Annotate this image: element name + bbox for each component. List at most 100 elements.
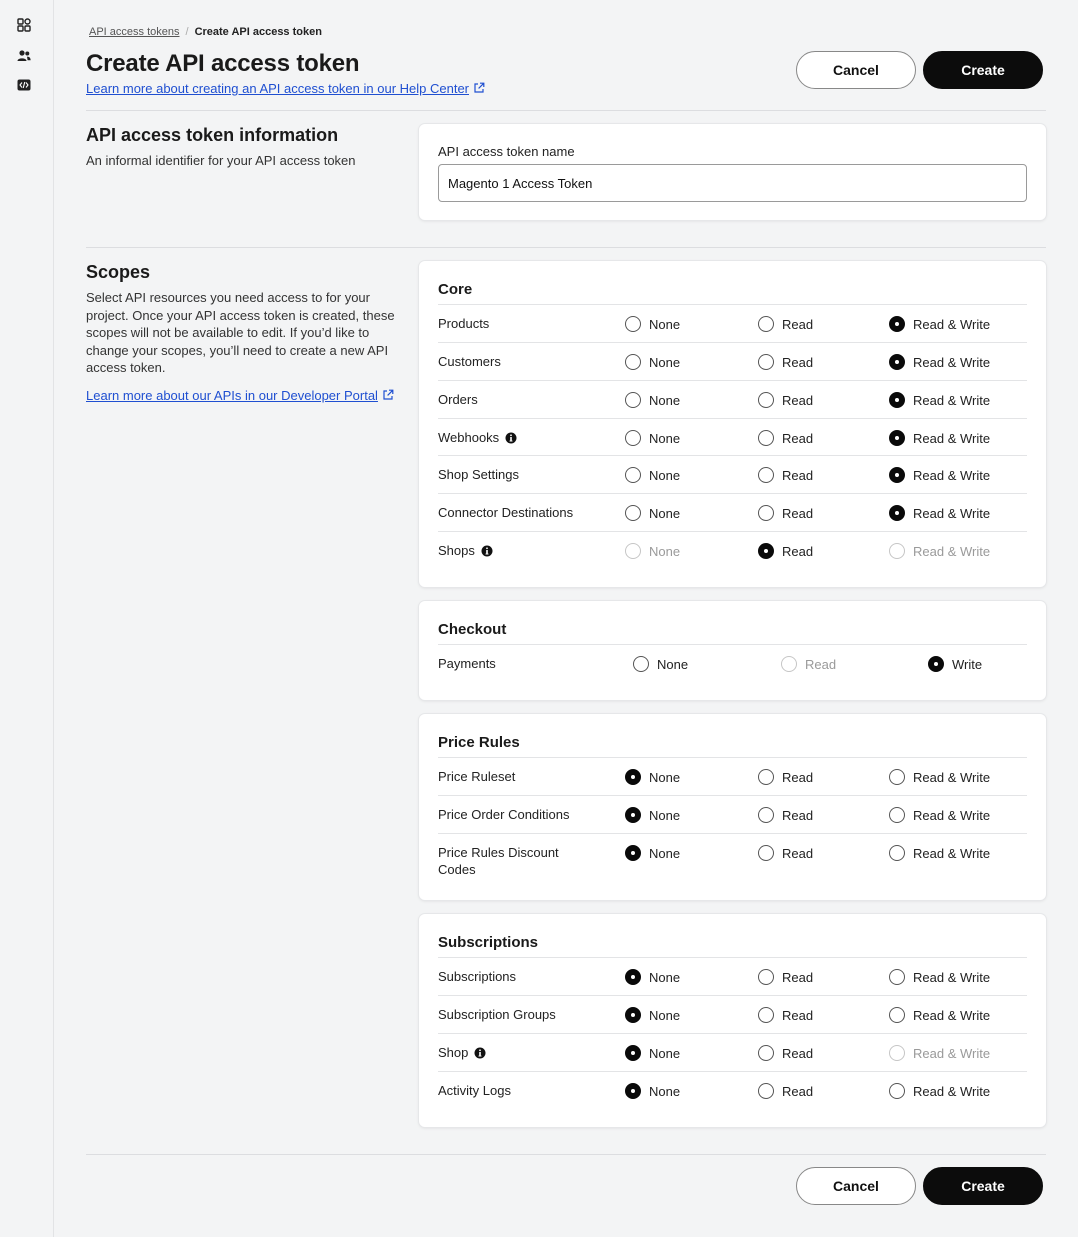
developer-portal-link[interactable]: Learn more about our APIs in our Develop… xyxy=(86,388,394,404)
help-center-link[interactable]: Learn more about creating an API access … xyxy=(86,81,485,97)
radio-none-selected[interactable] xyxy=(625,769,641,785)
radio-read-and-write[interactable] xyxy=(889,1083,905,1099)
info-icon[interactable] xyxy=(474,1046,486,1063)
radio-option-write[interactable]: Write xyxy=(928,656,982,672)
radio-read-and-write-selected[interactable] xyxy=(889,505,905,521)
radio-read-and-write-selected[interactable] xyxy=(889,430,905,446)
radio-read-and-write-selected[interactable] xyxy=(889,467,905,483)
radio-option-none[interactable]: None xyxy=(625,769,680,785)
radio-option-read-and-write[interactable]: Read & Write xyxy=(889,1083,990,1099)
radio-option-none[interactable]: None xyxy=(625,1083,680,1099)
radio-read[interactable] xyxy=(758,430,774,446)
radio-none[interactable] xyxy=(625,316,641,332)
radio-option-read-and-write[interactable]: Read & Write xyxy=(889,807,990,823)
radio-read[interactable] xyxy=(758,845,774,861)
radio-option-read[interactable]: Read xyxy=(758,769,813,785)
breadcrumb-link-api-access-tokens[interactable]: API access tokens xyxy=(89,26,180,38)
radio-read[interactable] xyxy=(758,1007,774,1023)
radio-option-none[interactable]: None xyxy=(625,807,680,823)
apps-grid-icon[interactable] xyxy=(16,17,32,33)
radio-option-read[interactable]: Read xyxy=(758,543,813,559)
create-button[interactable]: Create xyxy=(923,51,1043,89)
radio-option-none[interactable]: None xyxy=(625,392,680,408)
radio-read-and-write-selected[interactable] xyxy=(889,316,905,332)
radio-read[interactable] xyxy=(758,316,774,332)
radio-option-read: Read xyxy=(781,656,836,672)
cancel-button[interactable]: Cancel xyxy=(796,51,916,89)
radio-option-read-and-write[interactable]: Read & Write xyxy=(889,845,990,861)
radio-none-selected[interactable] xyxy=(625,1083,641,1099)
radio-option-read[interactable]: Read xyxy=(758,392,813,408)
radio-option-none[interactable]: None xyxy=(625,467,680,483)
radio-read-and-write[interactable] xyxy=(889,769,905,785)
radio-option-read[interactable]: Read xyxy=(758,845,813,861)
footer-create-button[interactable]: Create xyxy=(923,1167,1043,1205)
radio-none[interactable] xyxy=(625,430,641,446)
radio-option-none[interactable]: None xyxy=(625,845,680,861)
radio-option-read-and-write[interactable]: Read & Write xyxy=(889,1007,990,1023)
radio-read[interactable] xyxy=(758,969,774,985)
radio-read[interactable] xyxy=(758,392,774,408)
radio-option-read[interactable]: Read xyxy=(758,807,813,823)
radio-option-read-and-write[interactable]: Read & Write xyxy=(889,392,990,408)
users-icon[interactable] xyxy=(16,47,32,63)
radio-option-none[interactable]: None xyxy=(633,656,688,672)
radio-none[interactable] xyxy=(625,354,641,370)
radio-read[interactable] xyxy=(758,467,774,483)
radio-read[interactable] xyxy=(758,1045,774,1061)
radio-none-selected[interactable] xyxy=(625,1007,641,1023)
radio-option-read[interactable]: Read xyxy=(758,505,813,521)
radio-none[interactable] xyxy=(625,467,641,483)
radio-option-read-and-write[interactable]: Read & Write xyxy=(889,354,990,370)
radio-none-selected[interactable] xyxy=(625,807,641,823)
radio-read-and-write[interactable] xyxy=(889,807,905,823)
radio-read[interactable] xyxy=(758,1083,774,1099)
radio-none-selected[interactable] xyxy=(625,845,641,861)
code-icon[interactable] xyxy=(16,77,32,93)
radio-option-read-and-write[interactable]: Read & Write xyxy=(889,316,990,332)
radio-option-read[interactable]: Read xyxy=(758,1045,813,1061)
scope-row-label-text: Webhooks xyxy=(438,430,500,445)
radio-option-read[interactable]: Read xyxy=(758,354,813,370)
token-name-input[interactable] xyxy=(438,164,1027,202)
radio-none[interactable] xyxy=(625,392,641,408)
radio-option-read[interactable]: Read xyxy=(758,467,813,483)
radio-none-selected[interactable] xyxy=(625,969,641,985)
radio-option-read-and-write[interactable]: Read & Write xyxy=(889,969,990,985)
radio-option-none[interactable]: None xyxy=(625,969,680,985)
info-icon[interactable] xyxy=(505,431,517,448)
radio-read-and-write-selected[interactable] xyxy=(889,392,905,408)
radio-option-none[interactable]: None xyxy=(625,505,680,521)
radio-option-read[interactable]: Read xyxy=(758,430,813,446)
info-icon[interactable] xyxy=(481,544,493,561)
radio-read-and-write[interactable] xyxy=(889,969,905,985)
radio-none[interactable] xyxy=(625,505,641,521)
radio-option-read[interactable]: Read xyxy=(758,969,813,985)
radio-option-read-and-write[interactable]: Read & Write xyxy=(889,467,990,483)
radio-read[interactable] xyxy=(758,769,774,785)
radio-option-label: Read xyxy=(782,316,814,332)
radio-option-none[interactable]: None xyxy=(625,354,680,370)
radio-none-selected[interactable] xyxy=(625,1045,641,1061)
radio-option-none[interactable]: None xyxy=(625,430,680,446)
radio-read-selected[interactable] xyxy=(758,543,774,559)
footer-cancel-button[interactable]: Cancel xyxy=(796,1167,916,1205)
radio-none[interactable] xyxy=(633,656,649,672)
radio-read[interactable] xyxy=(758,354,774,370)
radio-option-read-and-write[interactable]: Read & Write xyxy=(889,769,990,785)
radio-read[interactable] xyxy=(758,807,774,823)
radio-option-none[interactable]: None xyxy=(625,316,680,332)
radio-option-read[interactable]: Read xyxy=(758,1083,813,1099)
radio-option-read[interactable]: Read xyxy=(758,316,813,332)
radio-read-and-write[interactable] xyxy=(889,1007,905,1023)
radio-option-label: None xyxy=(649,392,681,408)
radio-write-selected[interactable] xyxy=(928,656,944,672)
radio-option-read-and-write[interactable]: Read & Write xyxy=(889,505,990,521)
radio-read[interactable] xyxy=(758,505,774,521)
radio-option-none[interactable]: None xyxy=(625,1045,680,1061)
radio-read-and-write[interactable] xyxy=(889,845,905,861)
radio-option-none[interactable]: None xyxy=(625,1007,680,1023)
radio-option-read-and-write[interactable]: Read & Write xyxy=(889,430,990,446)
radio-read-and-write-selected[interactable] xyxy=(889,354,905,370)
radio-option-read[interactable]: Read xyxy=(758,1007,813,1023)
